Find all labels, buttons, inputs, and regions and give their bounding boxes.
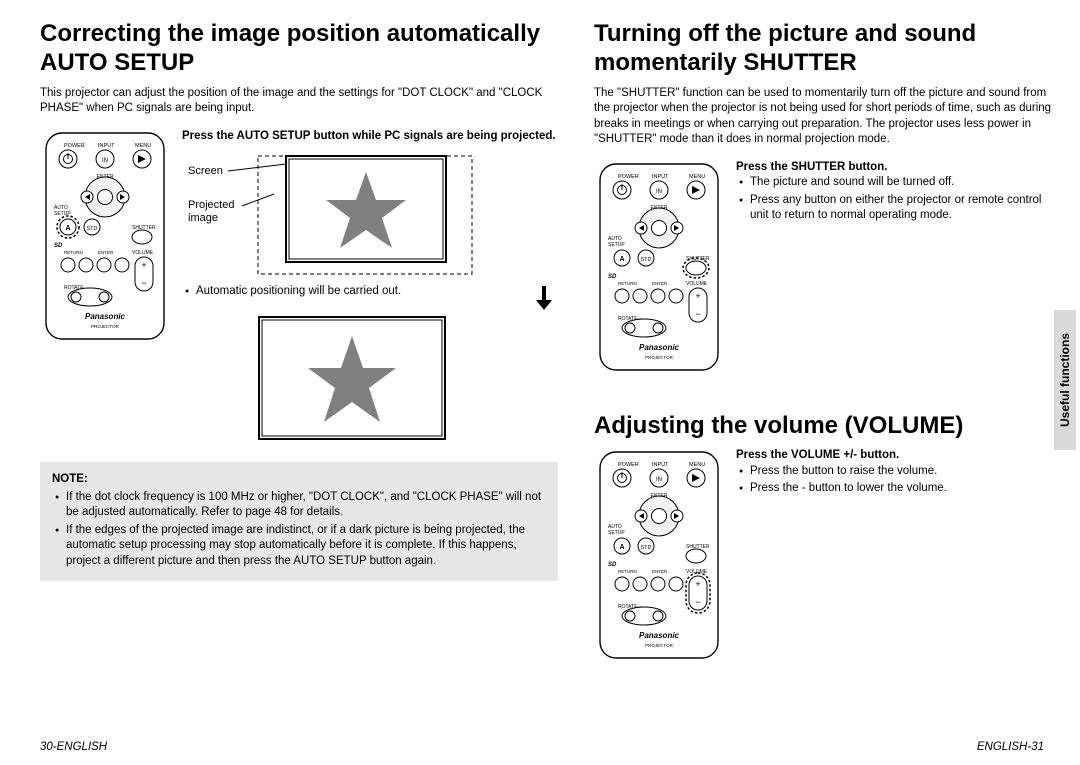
svg-text:Projected: Projected	[188, 199, 234, 211]
remote-illustration-shutter: POWERINPUTMENU IN ENTER AUTOSETUP A STD …	[594, 160, 724, 378]
svg-text:A: A	[619, 544, 624, 551]
shutter-step: Press the SHUTTER button.	[736, 161, 887, 173]
svg-text:PROJECTOR: PROJECTOR	[91, 324, 119, 329]
auto-position-note: Automatic positioning will be carried ou…	[182, 284, 516, 300]
shutter-instructions: Press the SHUTTER button. The picture an…	[736, 160, 1052, 378]
svg-text:SD: SD	[54, 243, 63, 249]
svg-text:−: −	[141, 278, 146, 288]
svg-text:SD: SD	[608, 274, 617, 280]
right-column: Turning off the picture and sound moment…	[594, 20, 1052, 753]
svg-text:Screen: Screen	[188, 165, 223, 177]
svg-text:INPUT: INPUT	[98, 143, 115, 149]
svg-text:Panasonic: Panasonic	[639, 343, 680, 352]
volume-step: Press the VOLUME +/- button.	[736, 449, 899, 461]
svg-text:POWER: POWER	[618, 462, 639, 468]
volume-title: Adjusting the volume (VOLUME)	[594, 412, 1052, 441]
volume-instructions: Press the VOLUME +/- button. Press the b…	[736, 448, 1052, 666]
svg-text:SD: SD	[608, 562, 617, 568]
svg-text:A: A	[619, 256, 624, 263]
svg-text:RETURN: RETURN	[618, 569, 637, 574]
auto-setup-intro: This projector can adjust the position o…	[40, 86, 558, 117]
svg-text:MENU: MENU	[689, 174, 705, 180]
page-number-right: ENGLISH-31	[977, 741, 1044, 753]
arrow-down-icon	[530, 284, 558, 312]
svg-text:+: +	[695, 291, 700, 301]
svg-text:image: image	[188, 212, 218, 224]
shutter-title: Turning off the picture and sound moment…	[594, 20, 1052, 78]
svg-text:RETURN: RETURN	[64, 250, 83, 255]
auto-setup-title: Correcting the image position automatica…	[40, 20, 558, 78]
shutter-bullet-2: Press any button on either the projector…	[736, 193, 1052, 224]
svg-text:ENTER: ENTER	[98, 250, 114, 255]
svg-text:+: +	[141, 260, 146, 270]
volume-bullet-2: Press the - button to lower the volume.	[736, 481, 1052, 497]
shutter-bullet-1: The picture and sound will be turned off…	[736, 175, 1052, 191]
note-item-1: If the dot clock frequency is 100 MHz or…	[52, 490, 546, 521]
svg-text:MENU: MENU	[689, 462, 705, 468]
screen-diagram-bottom	[258, 316, 558, 442]
shutter-intro: The "SHUTTER" function can be used to mo…	[594, 86, 1052, 148]
svg-text:RETURN: RETURN	[618, 281, 637, 286]
svg-text:INPUT: INPUT	[652, 174, 669, 180]
screen-diagram-top: Screen Projected image	[182, 150, 482, 280]
remote-illustration-autosetup: POWER INPUT MENU IN ENTER AUTOSETUP A	[40, 129, 170, 443]
svg-text:MENU: MENU	[135, 143, 151, 149]
svg-text:STD: STD	[641, 257, 652, 263]
shutter-instruction-row: POWERINPUTMENU IN ENTER AUTOSETUP A STD …	[594, 160, 1052, 378]
auto-setup-instructions: Press the AUTO SETUP button while PC sig…	[182, 129, 558, 443]
svg-text:STD: STD	[87, 226, 98, 232]
svg-text:SETUP: SETUP	[608, 242, 625, 248]
svg-text:IN: IN	[656, 189, 662, 195]
svg-text:ENTER: ENTER	[652, 569, 668, 574]
svg-text:POWER: POWER	[64, 143, 85, 149]
page-number-left: 30-ENGLISH	[40, 741, 107, 753]
svg-text:Panasonic: Panasonic	[639, 631, 680, 640]
manual-page: Correcting the image position automatica…	[0, 0, 1080, 765]
svg-text:INPUT: INPUT	[652, 462, 669, 468]
svg-text:PROJECTOR: PROJECTOR	[645, 355, 673, 360]
svg-text:ENTER: ENTER	[652, 281, 668, 286]
svg-text:POWER: POWER	[618, 174, 639, 180]
volume-instruction-row: POWERINPUTMENU IN ENTER AUTOSETUP A STD …	[594, 448, 1052, 666]
step-heading: Press the AUTO SETUP button while PC sig…	[182, 130, 556, 142]
svg-text:VOLUME: VOLUME	[686, 281, 708, 287]
note-heading: NOTE:	[52, 473, 88, 485]
side-tab: Useful functions	[1054, 310, 1076, 450]
remote-illustration-volume: POWERINPUTMENU IN ENTER AUTOSETUP A STD …	[594, 448, 724, 666]
svg-text:VOLUME: VOLUME	[132, 250, 154, 256]
svg-text:A: A	[65, 225, 70, 232]
auto-setup-instruction-row: POWER INPUT MENU IN ENTER AUTOSETUP A	[40, 129, 558, 443]
side-tab-label: Useful functions	[1058, 333, 1072, 427]
svg-text:+: +	[695, 579, 700, 589]
svg-text:−: −	[695, 597, 700, 607]
svg-text:Panasonic: Panasonic	[85, 312, 126, 321]
volume-bullet-1: Press the button to raise the volume.	[736, 464, 1052, 480]
left-column: Correcting the image position automatica…	[40, 20, 558, 753]
svg-text:STD: STD	[641, 545, 652, 551]
note-item-2: If the edges of the projected image are …	[52, 523, 546, 570]
svg-text:−: −	[695, 309, 700, 319]
svg-text:IN: IN	[102, 158, 108, 164]
svg-text:PROJECTOR: PROJECTOR	[645, 643, 673, 648]
note-box: NOTE: If the dot clock frequency is 100 …	[40, 462, 558, 581]
svg-text:IN: IN	[656, 477, 662, 483]
svg-text:SETUP: SETUP	[54, 211, 71, 217]
svg-text:SETUP: SETUP	[608, 530, 625, 536]
